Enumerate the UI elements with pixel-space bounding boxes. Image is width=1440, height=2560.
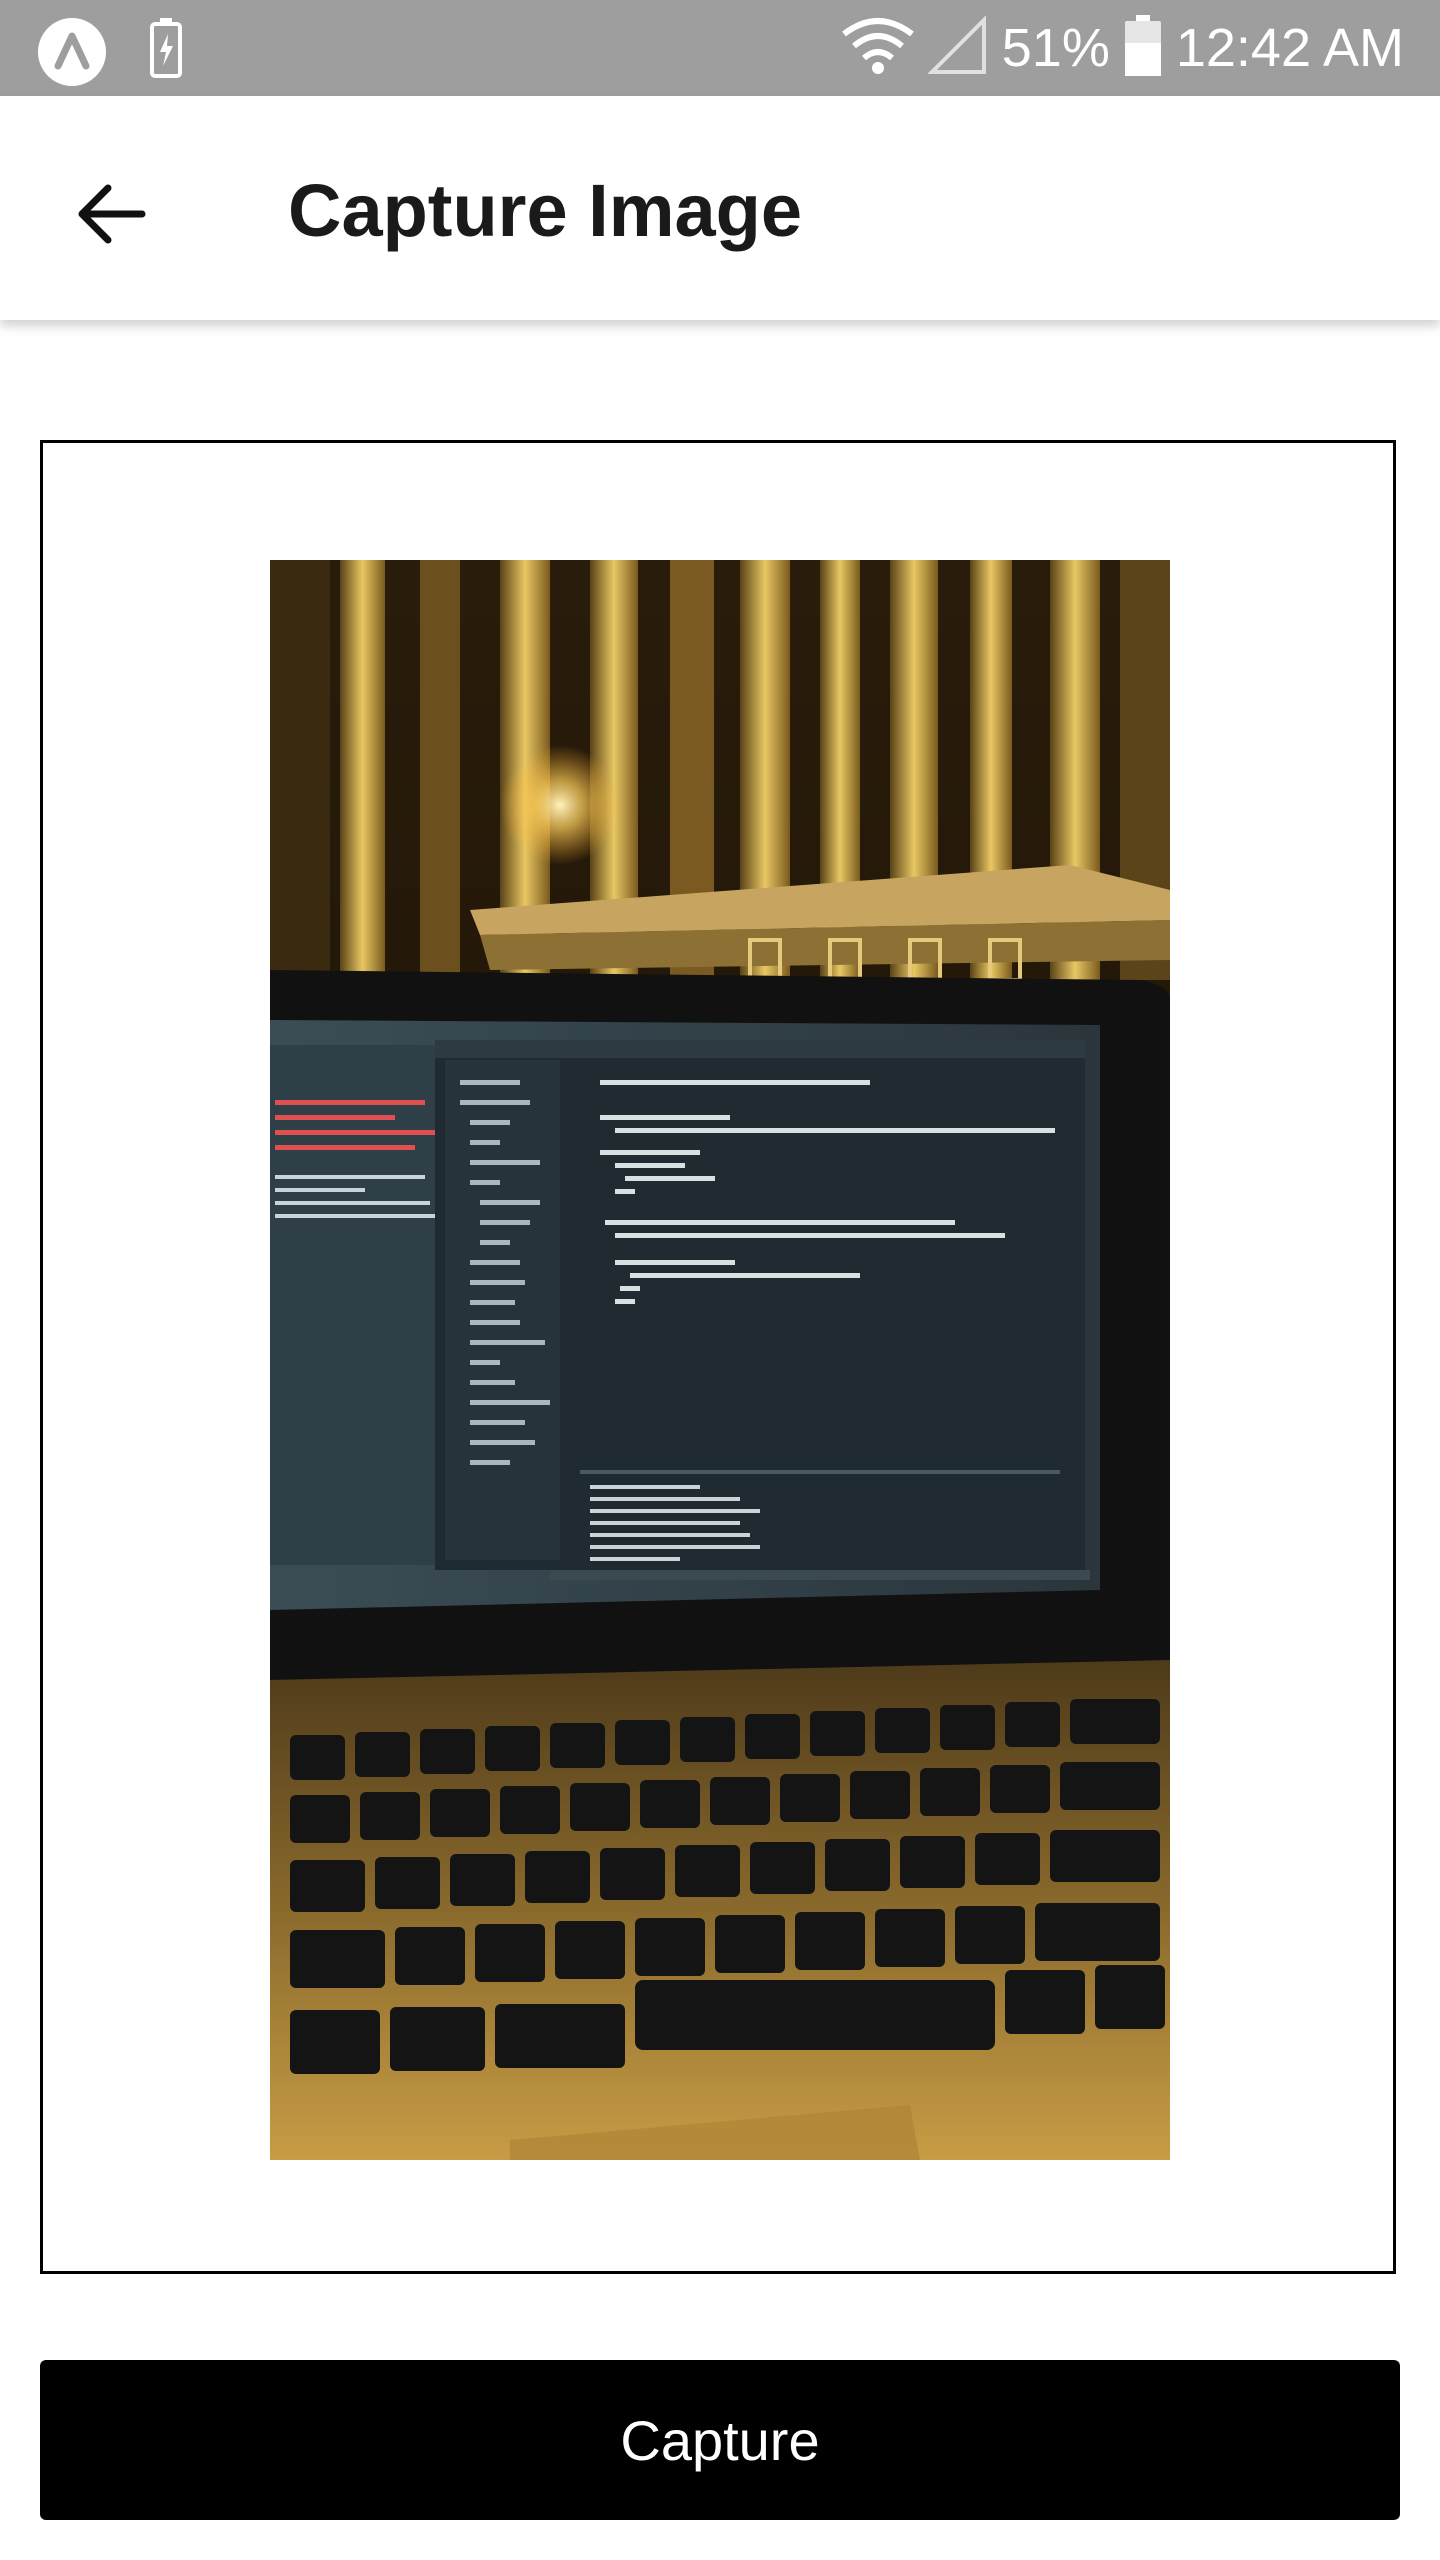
app-bar: Capture Image bbox=[0, 96, 1440, 320]
captured-photo bbox=[270, 560, 1170, 2160]
battery-percent: 51% bbox=[1001, 18, 1110, 78]
page-title: Capture Image bbox=[288, 169, 803, 252]
capture-button[interactable]: Capture bbox=[40, 2360, 1400, 2520]
status-bar: 51% 12:42 AM bbox=[0, 0, 1440, 96]
cell-signal-icon bbox=[926, 14, 988, 81]
clock: 12:42 AM bbox=[1175, 18, 1404, 78]
arrow-left-icon bbox=[78, 184, 146, 244]
battery-saver-icon bbox=[148, 16, 184, 85]
app-logo-icon bbox=[36, 16, 108, 93]
back-button[interactable] bbox=[64, 166, 160, 262]
wifi-icon bbox=[841, 16, 914, 81]
battery-icon bbox=[1124, 14, 1162, 82]
